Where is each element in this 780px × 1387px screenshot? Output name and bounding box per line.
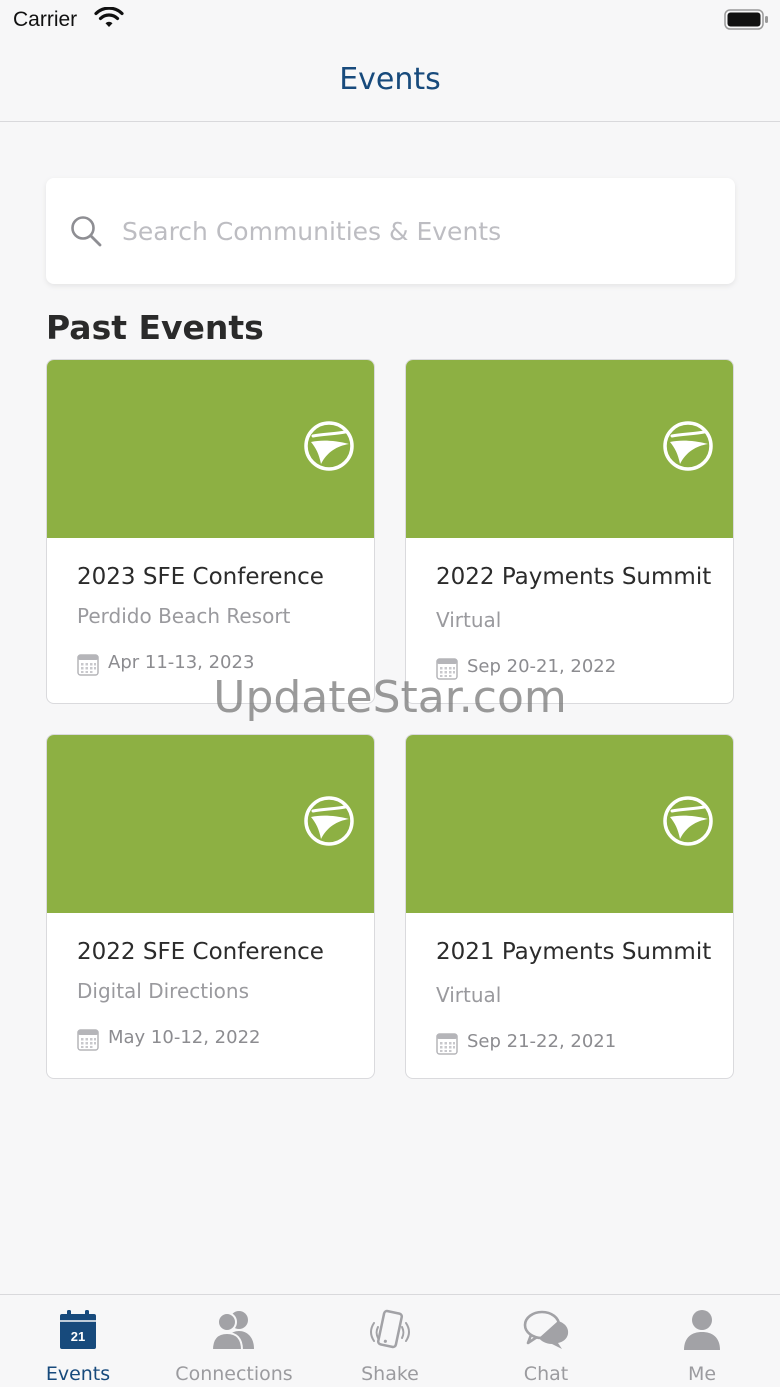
calendar-icon [436,1032,458,1060]
calendar-icon [77,653,99,681]
event-date: Apr 11-13, 2023 [108,652,255,673]
tab-connections[interactable]: Connections [156,1295,312,1387]
event-card[interactable]: 2022 Payments Summit Virtual Sep 20-21, … [405,359,734,704]
tab-events[interactable]: 21 Events [0,1295,156,1387]
search-icon [70,215,104,254]
event-card[interactable]: 2023 SFE Conference Perdido Beach Resort… [46,359,375,704]
tab-shake[interactable]: Shake [312,1295,468,1387]
tab-label: Chat [523,1363,569,1385]
chat-bubbles-icon [522,1309,570,1356]
event-title: 2021 Payments Summit [436,939,712,965]
event-venue: Perdido Beach Resort [77,604,291,628]
page-title: Events [339,62,441,97]
section-title: Past Events [46,308,264,347]
tab-label: Shake [361,1363,419,1385]
search-input[interactable] [122,208,702,254]
event-logo-icon [662,795,714,852]
tab-label: Me [687,1363,717,1385]
tab-label: Events [45,1363,111,1385]
event-venue: Virtual [436,983,502,1007]
status-bar: Carrier [0,0,780,40]
tab-label: Connections [175,1363,293,1385]
tab-bar: 21 Events Connections Shake Chat Me [0,1294,780,1387]
shake-phone-icon [367,1309,413,1360]
carrier-label: Carrier [13,8,78,31]
event-date: Sep 21-22, 2021 [467,1031,617,1052]
calendar-day: 21 [71,1329,85,1344]
event-logo-icon [662,420,714,477]
tab-chat[interactable]: Chat [468,1295,624,1387]
event-venue: Virtual [436,608,502,632]
calendar-icon [436,657,458,685]
event-date: May 10-12, 2022 [108,1027,261,1048]
event-logo-icon [303,420,355,477]
event-card[interactable]: 2022 SFE Conference Digital Directions M… [46,734,375,1079]
event-venue: Digital Directions [77,979,249,1003]
tab-me[interactable]: Me [624,1295,780,1387]
event-title: 2022 SFE Conference [77,939,324,965]
event-card[interactable]: 2021 Payments Summit Virtual Sep 21-22, … [405,734,734,1079]
nav-bar: Events [0,40,780,122]
event-logo-icon [303,795,355,852]
battery-icon [724,9,770,36]
event-title: 2022 Payments Summit [436,564,712,590]
person-icon [682,1309,722,1356]
people-icon [209,1309,259,1356]
event-date: Sep 20-21, 2022 [467,656,617,677]
wifi-icon [94,6,124,36]
calendar-icon: 21 [58,1309,98,1356]
calendar-icon [77,1028,99,1056]
event-title: 2023 SFE Conference [77,564,324,590]
